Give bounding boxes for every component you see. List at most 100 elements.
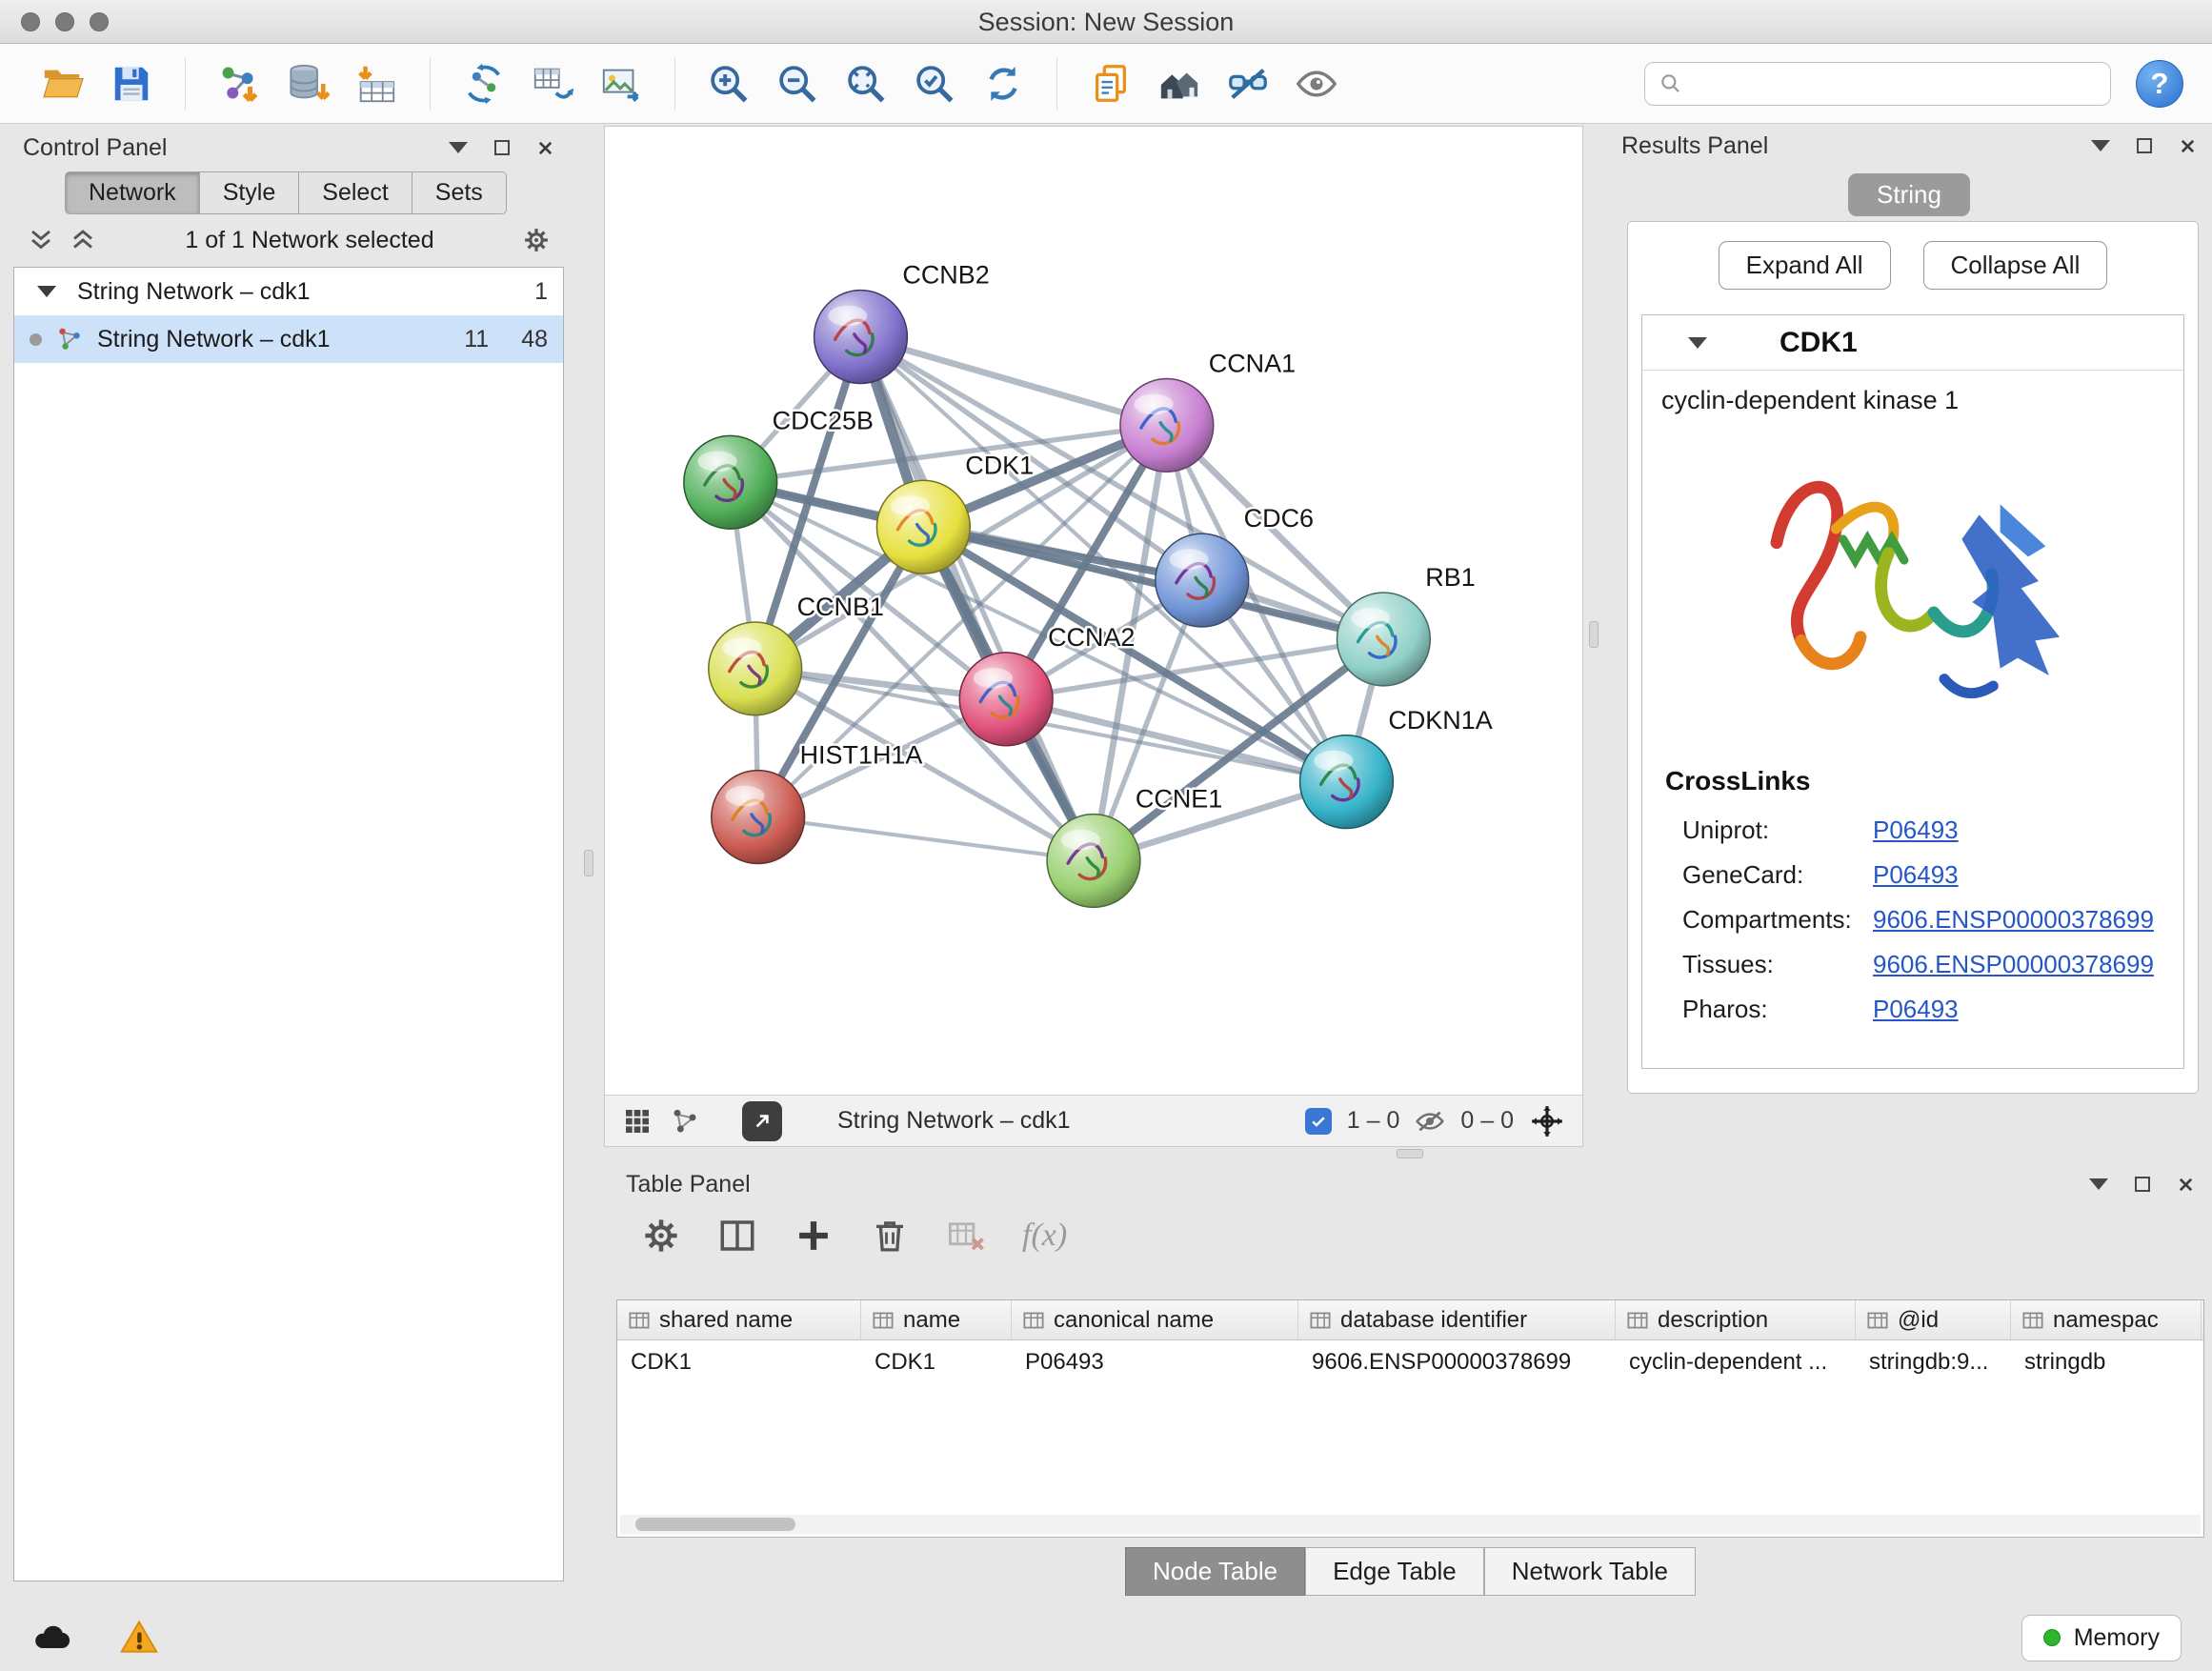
column-header[interactable]: shared name — [617, 1300, 861, 1339]
gear-icon[interactable] — [522, 226, 551, 254]
expand-all-icon[interactable] — [69, 226, 97, 254]
function-builder-button[interactable]: f(x) — [1022, 1218, 1067, 1254]
column-header[interactable]: database identifier — [1298, 1300, 1616, 1339]
help-button[interactable]: ? — [2136, 60, 2183, 108]
column-header[interactable]: name — [861, 1300, 1012, 1339]
column-header[interactable]: canonical name — [1012, 1300, 1298, 1339]
maximize-panel-icon[interactable] — [2137, 138, 2152, 153]
zoom-out-button[interactable] — [769, 54, 826, 113]
crosslink-value-link[interactable]: 9606.ENSP00000378699 — [1873, 950, 2154, 979]
collapse-arrow-icon[interactable] — [37, 286, 56, 297]
string-glasses-button[interactable] — [1219, 54, 1277, 113]
hidden-eye-slash-icon[interactable] — [1415, 1106, 1445, 1137]
right-splitter-handle[interactable] — [1589, 621, 1599, 648]
network-node[interactable]: HIST1H1A — [712, 741, 923, 864]
network-canvas[interactable]: CCNB2 CCNA1 CDC25B — [605, 127, 1582, 1095]
warning-icon[interactable] — [118, 1617, 160, 1659]
show-hide-button[interactable] — [1288, 54, 1345, 113]
float-panel-icon[interactable] — [449, 142, 468, 153]
tab-string[interactable]: String — [1848, 173, 1970, 216]
new-network-button[interactable] — [455, 54, 513, 113]
import-network-database-button[interactable] — [279, 54, 336, 113]
crosslink-row: Tissues:9606.ENSP00000378699 — [1642, 942, 2183, 987]
network-share-icon[interactable] — [670, 1106, 700, 1137]
tab-edge-table[interactable]: Edge Table — [1305, 1547, 1484, 1596]
network-node[interactable]: CDKN1A — [1300, 706, 1493, 829]
network-edge[interactable] — [860, 337, 1094, 861]
zoom-fit-button[interactable] — [837, 54, 895, 113]
table-cell[interactable]: stringdb:9... — [1856, 1349, 2011, 1376]
network-selection-status: 1 of 1 Network selected — [111, 227, 509, 254]
horizontal-scrollbar[interactable] — [620, 1515, 2201, 1534]
clone-network-button[interactable] — [524, 54, 581, 113]
network-node[interactable]: CCNA1 — [1120, 349, 1296, 472]
column-header[interactable]: namespac — [2011, 1300, 2202, 1339]
copy-button[interactable] — [1082, 54, 1139, 113]
network-node[interactable]: CCNB1 — [709, 593, 884, 715]
table-cell[interactable]: P06493 — [1012, 1349, 1298, 1376]
crosslink-value-link[interactable]: P06493 — [1873, 815, 1959, 845]
table-settings-gear-icon[interactable] — [641, 1216, 681, 1256]
scrollbar-thumb[interactable] — [635, 1518, 795, 1531]
grid-view-icon[interactable] — [622, 1106, 653, 1137]
float-panel-icon[interactable] — [2091, 140, 2110, 151]
memory-button[interactable]: Memory — [2021, 1615, 2182, 1661]
gene-name: CDK1 — [1780, 327, 1858, 359]
maximize-panel-icon[interactable] — [494, 140, 510, 155]
refresh-layout-button[interactable] — [975, 54, 1032, 113]
export-image-button[interactable] — [593, 54, 650, 113]
pan-crosshair-icon[interactable] — [1529, 1103, 1565, 1139]
column-header[interactable]: description — [1616, 1300, 1856, 1339]
save-session-button[interactable] — [103, 54, 160, 113]
network-row[interactable]: String Network – cdk1 11 48 — [14, 315, 563, 363]
collapse-gene-icon[interactable] — [1688, 337, 1707, 349]
control-tab-style[interactable]: Style — [200, 171, 300, 214]
left-splitter-handle[interactable] — [584, 850, 593, 876]
crosslink-value-link[interactable]: 9606.ENSP00000378699 — [1873, 905, 2154, 935]
maximize-panel-icon[interactable] — [2135, 1177, 2150, 1192]
bottom-splitter-handle[interactable] — [1397, 1149, 1423, 1158]
control-tab-sets[interactable]: Sets — [412, 171, 507, 214]
selected-checkbox-icon[interactable] — [1305, 1108, 1332, 1135]
search-box[interactable] — [1644, 62, 2111, 106]
show-columns-icon[interactable] — [717, 1216, 757, 1256]
network-edge[interactable] — [758, 817, 1094, 861]
collapse-all-button[interactable]: Collapse All — [1923, 241, 2108, 290]
table-row[interactable]: CDK1CDK1P064939606.ENSP00000378699cyclin… — [617, 1340, 2203, 1384]
collapse-all-icon[interactable] — [27, 226, 55, 254]
control-tab-network[interactable]: Network — [65, 171, 200, 214]
close-panel-icon[interactable] — [2179, 137, 2197, 155]
detach-view-button[interactable] — [742, 1101, 782, 1141]
import-table-button[interactable] — [348, 54, 405, 113]
memory-status-dot — [2043, 1629, 2061, 1646]
network-view-toolbar: String Network – cdk1 1 – 0 0 – 0 — [605, 1095, 1582, 1146]
open-session-button[interactable] — [34, 54, 91, 113]
table-cell[interactable]: 9606.ENSP00000378699 — [1298, 1349, 1616, 1376]
crosslink-value-link[interactable]: P06493 — [1873, 995, 1959, 1024]
network-node[interactable]: CCNE1 — [1047, 785, 1222, 908]
cloud-icon[interactable] — [30, 1617, 72, 1659]
table-cell[interactable]: CDK1 — [617, 1349, 861, 1376]
close-panel-icon[interactable] — [536, 139, 554, 157]
delete-column-trash-icon[interactable] — [870, 1216, 910, 1256]
add-column-icon[interactable] — [794, 1216, 834, 1256]
tab-node-table[interactable]: Node Table — [1125, 1547, 1305, 1596]
float-panel-icon[interactable] — [2089, 1178, 2108, 1190]
network-node[interactable]: RB1 — [1337, 563, 1475, 686]
column-header[interactable]: @id — [1856, 1300, 2011, 1339]
expand-all-button[interactable]: Expand All — [1719, 241, 1891, 290]
import-network-file-button[interactable] — [211, 54, 268, 113]
network-collection-row[interactable]: String Network – cdk1 1 — [14, 268, 563, 315]
close-panel-icon[interactable] — [2177, 1176, 2195, 1194]
table-cell[interactable]: CDK1 — [861, 1349, 1012, 1376]
network-icon — [55, 325, 84, 353]
search-input[interactable] — [1693, 70, 2097, 97]
crosslink-value-link[interactable]: P06493 — [1873, 860, 1959, 890]
tab-network-table[interactable]: Network Table — [1484, 1547, 1696, 1596]
string-home-button[interactable] — [1151, 54, 1208, 113]
zoom-selected-button[interactable] — [906, 54, 963, 113]
table-cell[interactable]: cyclin-dependent ... — [1616, 1349, 1856, 1376]
control-tab-select[interactable]: Select — [299, 171, 412, 214]
zoom-in-button[interactable] — [700, 54, 757, 113]
table-cell[interactable]: stringdb — [2011, 1349, 2202, 1376]
